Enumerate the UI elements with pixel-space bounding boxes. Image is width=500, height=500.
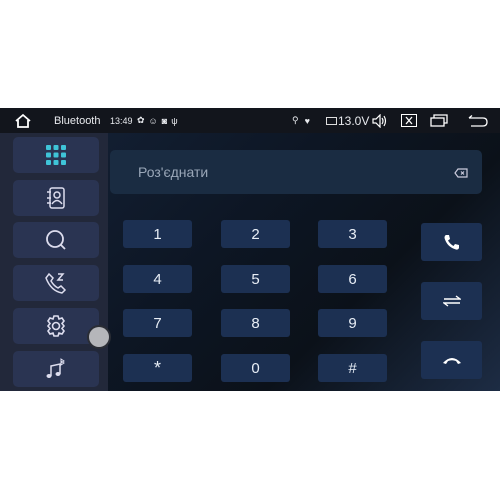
sidebar-item-dialpad[interactable] bbox=[13, 137, 99, 173]
key-9[interactable]: 9 bbox=[318, 309, 387, 337]
sidebar-item-settings[interactable] bbox=[13, 308, 99, 344]
bluetooth-music-icon bbox=[46, 358, 65, 378]
key-5[interactable]: 5 bbox=[221, 265, 290, 293]
sidebar-item-call-history[interactable] bbox=[13, 265, 99, 301]
sidebar-item-contacts[interactable] bbox=[13, 180, 99, 216]
settings-icon bbox=[46, 315, 66, 337]
voltage-text: 13.0V bbox=[338, 113, 370, 128]
clock: 13:49 bbox=[110, 115, 133, 126]
recent-apps-icon[interactable] bbox=[430, 108, 448, 133]
key-6[interactable]: 6 bbox=[318, 265, 387, 293]
number-display: Роз'єднати bbox=[110, 150, 482, 194]
sidebar-item-search[interactable] bbox=[13, 222, 99, 258]
key-0[interactable]: 0 bbox=[221, 354, 290, 382]
key-3[interactable]: 3 bbox=[318, 220, 387, 248]
key-2[interactable]: 2 bbox=[221, 220, 290, 248]
status-bar: Bluetooth 13:49 ✿ ☺ ◙ ψ ⚲ ♥ 13.0V bbox=[0, 108, 500, 133]
display-text: Роз'єднати bbox=[138, 164, 209, 180]
sidebar bbox=[0, 133, 108, 391]
floating-assistive-button[interactable] bbox=[89, 327, 109, 347]
battery-icon bbox=[326, 116, 337, 125]
notification-icons: ✿ ☺ ◙ ψ bbox=[137, 108, 178, 133]
call-icon bbox=[444, 235, 459, 250]
call-history-icon bbox=[45, 272, 67, 294]
battery-voltage: 13.0V bbox=[326, 108, 369, 133]
search-icon bbox=[46, 230, 66, 250]
key-star[interactable]: * bbox=[123, 354, 192, 382]
call-button[interactable] bbox=[421, 223, 482, 261]
camera-icon: ◙ bbox=[161, 115, 168, 126]
key-7[interactable]: 7 bbox=[123, 309, 192, 337]
hangup-button[interactable] bbox=[421, 341, 482, 379]
gear-notification-icon: ✿ bbox=[137, 115, 145, 125]
location-icon: ⚲ bbox=[292, 115, 299, 125]
system-icons: ⚲ ♥ bbox=[292, 108, 310, 133]
contacts-icon bbox=[47, 187, 65, 209]
home-icon[interactable] bbox=[14, 108, 32, 133]
usb-icon: ψ bbox=[171, 115, 178, 126]
transfer-icon bbox=[442, 295, 461, 307]
bluetooth-phone-screen: Bluetooth 13:49 ✿ ☺ ◙ ψ ⚲ ♥ 13.0V Роз'єднати… bbox=[0, 108, 500, 391]
hangup-icon bbox=[442, 358, 461, 364]
close-app-icon[interactable] bbox=[401, 108, 417, 133]
app-title: Bluetooth bbox=[54, 114, 101, 127]
wifi-icon: ♥ bbox=[304, 115, 310, 126]
key-8[interactable]: 8 bbox=[221, 309, 290, 337]
dialpad-icon bbox=[46, 145, 66, 165]
key-1[interactable]: 1 bbox=[123, 220, 192, 248]
backspace-icon[interactable] bbox=[454, 165, 468, 183]
key-4[interactable]: 4 bbox=[123, 265, 192, 293]
key-hash[interactable]: # bbox=[318, 354, 387, 382]
back-icon[interactable] bbox=[468, 108, 488, 133]
transfer-button[interactable] bbox=[421, 282, 482, 320]
volume-icon[interactable] bbox=[372, 108, 388, 133]
emoji-icon: ☺ bbox=[148, 115, 158, 126]
sidebar-item-bluetooth-music[interactable] bbox=[13, 351, 99, 387]
